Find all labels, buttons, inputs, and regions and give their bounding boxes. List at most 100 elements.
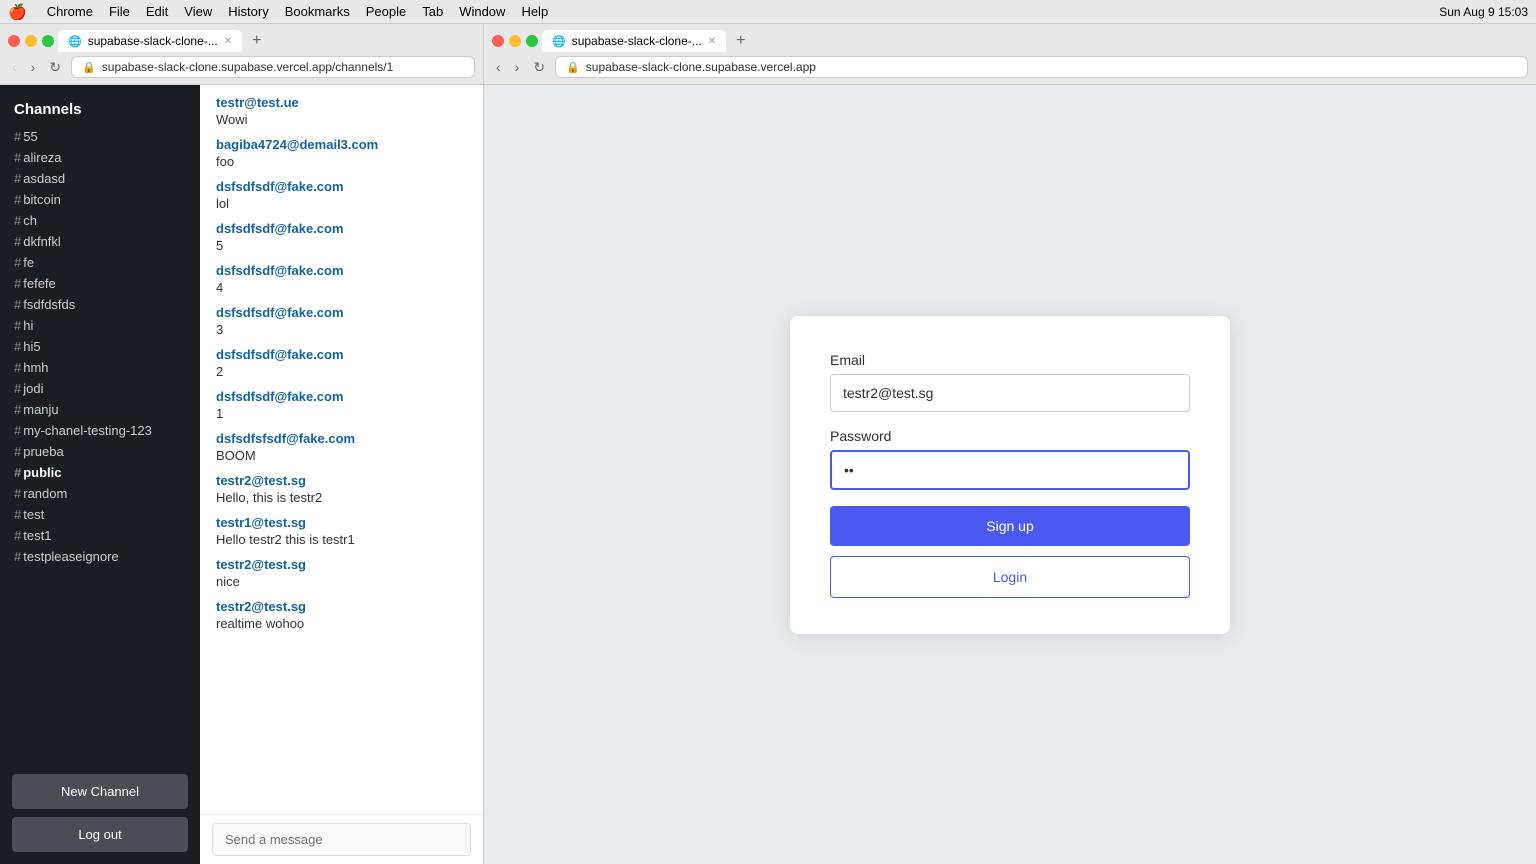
sidebar-channel-testpleaseignore[interactable]: #testpleaseignore <box>0 546 200 567</box>
traffic-light-fullscreen-right[interactable] <box>526 35 538 47</box>
password-input[interactable] <box>830 450 1190 490</box>
sidebar-channel-manju[interactable]: #manju <box>0 399 200 420</box>
email-label: Email <box>830 352 1190 368</box>
menubar-help[interactable]: Help <box>521 4 548 19</box>
message-text: 1 <box>216 406 467 421</box>
new-channel-button[interactable]: New Channel <box>12 774 188 809</box>
sidebar-channel-55[interactable]: #55 <box>0 126 200 147</box>
logout-button[interactable]: Log out <box>12 817 188 852</box>
address-bar-right[interactable]: 🔒 supabase-slack-clone.supabase.vercel.a… <box>555 56 1528 78</box>
message-sender: dsfsdfsdf@fake.com <box>216 305 467 320</box>
menubar: 🍎 Chrome File Edit View History Bookmark… <box>0 0 1536 24</box>
traffic-light-close[interactable] <box>8 35 20 47</box>
message-text: BOOM <box>216 448 467 463</box>
menubar-window[interactable]: Window <box>459 4 505 19</box>
message-sender: testr2@test.sg <box>216 473 467 488</box>
message-text: foo <box>216 154 467 169</box>
message-group: testr@test.ueWowi <box>216 95 467 127</box>
message-text: Wowi <box>216 112 467 127</box>
message-group: dsfsdfsdf@fake.com2 <box>216 347 467 379</box>
message-sender: dsfsdfsfsdf@fake.com <box>216 431 467 446</box>
traffic-light-minimize-right[interactable] <box>509 35 521 47</box>
forward-btn-left[interactable]: › <box>27 57 40 77</box>
message-group: dsfsdfsfsdf@fake.com BOOM <box>216 431 467 463</box>
back-btn-right[interactable]: ‹ <box>492 57 505 77</box>
apple-menu[interactable]: 🍎 <box>8 3 27 21</box>
browser-left: 🌐 supabase-slack-clone-... ✕ + ‹ › ↻ 🔒 s… <box>0 24 484 864</box>
password-label: Password <box>830 428 1190 444</box>
message-text: 2 <box>216 364 467 379</box>
message-text: Hello, this is testr2 <box>216 490 467 505</box>
message-sender: testr1@test.sg <box>216 515 467 530</box>
browser-tab-active-right[interactable]: 🌐 supabase-slack-clone-... ✕ <box>542 30 726 52</box>
message-input-area <box>200 814 483 864</box>
tab-new-left[interactable]: + <box>246 30 267 52</box>
sidebar-channel-alireza[interactable]: #alireza <box>0 147 200 168</box>
forward-btn-right[interactable]: › <box>511 57 524 77</box>
login-button[interactable]: Login <box>830 556 1190 598</box>
sidebar-channel-asdasd[interactable]: #asdasd <box>0 168 200 189</box>
browser-tab-active-left[interactable]: 🌐 supabase-slack-clone-... ✕ <box>58 30 242 52</box>
sidebar-channel-ch[interactable]: #ch <box>0 210 200 231</box>
browser-chrome-right: 🌐 supabase-slack-clone-... ✕ + ‹ › ↻ 🔒 s… <box>484 24 1536 85</box>
traffic-light-close-right[interactable] <box>492 35 504 47</box>
tab-new-right[interactable]: + <box>730 30 751 52</box>
message-sender: dsfsdfsdf@fake.com <box>216 263 467 278</box>
tab-close-left[interactable]: ✕ <box>224 36 232 47</box>
traffic-lights-left <box>8 35 54 47</box>
back-btn-left[interactable]: ‹ <box>8 57 21 77</box>
sidebar-channel-test[interactable]: #test <box>0 504 200 525</box>
message-sender: bagiba4724@demail3.com <box>216 137 467 152</box>
menubar-bookmarks[interactable]: Bookmarks <box>285 4 350 19</box>
sidebar-channel-random[interactable]: #random <box>0 483 200 504</box>
message-text: Hello testr2 this is testr1 <box>216 532 467 547</box>
menubar-file[interactable]: File <box>109 4 130 19</box>
sidebar-channel-test1[interactable]: #test1 <box>0 525 200 546</box>
message-sender: dsfsdfsdf@fake.com <box>216 221 467 236</box>
traffic-light-minimize[interactable] <box>25 35 37 47</box>
menubar-chrome[interactable]: Chrome <box>47 4 93 19</box>
message-input[interactable] <box>212 823 471 856</box>
address-bar-left[interactable]: 🔒 supabase-slack-clone.supabase.vercel.a… <box>71 56 475 78</box>
sidebar-channel-my-chanel-testing-123[interactable]: #my-chanel-testing-123 <box>0 420 200 441</box>
sidebar-channel-hi[interactable]: #hi <box>0 315 200 336</box>
browser-right: 🌐 supabase-slack-clone-... ✕ + ‹ › ↻ 🔒 s… <box>484 24 1536 864</box>
message-text: nice <box>216 574 467 589</box>
messages-container: testr@test.ueWowi bagiba4724@demail3.com f… <box>200 85 483 814</box>
right-content: Email Password Sign up Login <box>484 85 1536 864</box>
browser-controls-left: ‹ › ↻ 🔒 supabase-slack-clone.supabase.ve… <box>8 56 475 78</box>
sidebar-channel-fe[interactable]: #fe <box>0 252 200 273</box>
tab-favicon-right: 🌐 <box>552 35 566 48</box>
message-sender: testr2@test.sg <box>216 557 467 572</box>
message-text: 3 <box>216 322 467 337</box>
browsers-container: 🌐 supabase-slack-clone-... ✕ + ‹ › ↻ 🔒 s… <box>0 24 1536 864</box>
menubar-view[interactable]: View <box>184 4 212 19</box>
sidebar-channel-jodi[interactable]: #jodi <box>0 378 200 399</box>
menubar-people[interactable]: People <box>366 4 406 19</box>
menubar-history[interactable]: History <box>228 4 268 19</box>
sidebar-channel-hmh[interactable]: #hmh <box>0 357 200 378</box>
traffic-light-fullscreen[interactable] <box>42 35 54 47</box>
message-group: testr2@test.sg nice <box>216 557 467 589</box>
menubar-edit[interactable]: Edit <box>146 4 168 19</box>
sidebar-channel-public[interactable]: #public <box>0 462 200 483</box>
sidebar-title: Channels <box>0 85 200 126</box>
email-input[interactable] <box>830 374 1190 412</box>
message-group: dsfsdfsdf@fake.com4 <box>216 263 467 295</box>
sidebar-channel-fefefe[interactable]: #fefefe <box>0 273 200 294</box>
refresh-btn-right[interactable]: ↻ <box>529 57 549 78</box>
menubar-tab[interactable]: Tab <box>422 4 443 19</box>
signup-button[interactable]: Sign up <box>830 506 1190 546</box>
refresh-btn-left[interactable]: ↻ <box>45 57 65 78</box>
sidebar-channel-prueba[interactable]: #prueba <box>0 441 200 462</box>
tab-close-right[interactable]: ✕ <box>708 36 716 47</box>
menubar-right: Sun Aug 9 15:03 <box>1439 5 1528 19</box>
tab-label-left: supabase-slack-clone-... <box>88 34 218 48</box>
tabs-row-left: 🌐 supabase-slack-clone-... ✕ + <box>8 30 475 52</box>
sidebar-channel-dkfnfkl[interactable]: #dkfnfkl <box>0 231 200 252</box>
message-text: 5 <box>216 238 467 253</box>
channels-list: #55#alireza#asdasd#bitcoin#ch#dkfnfkl#fe… <box>0 126 200 567</box>
sidebar-channel-bitcoin[interactable]: #bitcoin <box>0 189 200 210</box>
sidebar-channel-fsdfdsfds[interactable]: #fsdfdsfds <box>0 294 200 315</box>
sidebar-channel-hi5[interactable]: #hi5 <box>0 336 200 357</box>
